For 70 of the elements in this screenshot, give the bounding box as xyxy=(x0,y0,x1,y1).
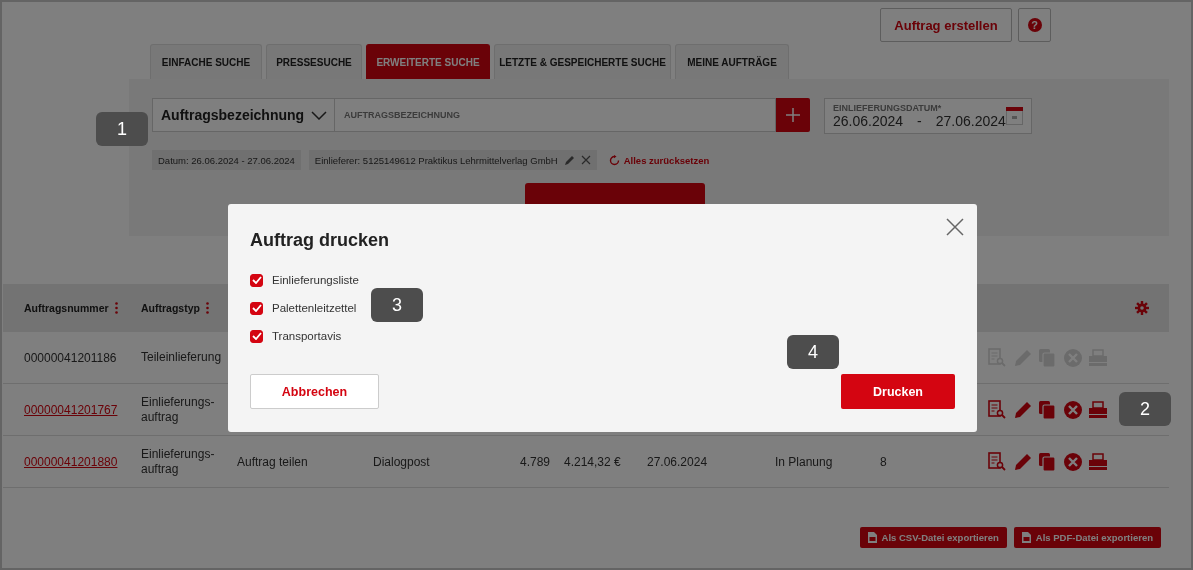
order-number-link[interactable]: 00000041201880 xyxy=(24,454,118,469)
plus-icon xyxy=(786,108,800,122)
calendar-icon[interactable] xyxy=(1006,107,1023,125)
table-cell-text: Einlieferungs-auftrag xyxy=(141,394,216,425)
table-cell: 00000041201186 xyxy=(24,350,117,365)
table-cell: 8 xyxy=(880,454,887,469)
search-tab[interactable]: MEINE AUFTRÄGE xyxy=(675,44,789,79)
pencil-icon[interactable] xyxy=(1013,399,1033,420)
order-number-link[interactable]: 00000041201767 xyxy=(24,402,118,417)
export-button[interactable]: Als PDF-Datei exportieren xyxy=(1013,527,1161,548)
chevron-down-icon xyxy=(311,110,327,120)
document-search-icon[interactable] xyxy=(988,451,1008,472)
table-cell-text: Teileinlieferung xyxy=(141,350,223,365)
column-header: Auftragstyp xyxy=(141,302,200,314)
refresh-icon xyxy=(608,154,620,166)
search-tab[interactable]: PRESSESUCHE xyxy=(266,44,362,79)
table-cell: 4.789 xyxy=(519,454,550,469)
reset-link[interactable]: Alles zurücksetzen xyxy=(608,154,710,166)
print-button[interactable]: Drucken xyxy=(841,374,955,409)
date-value: 27.06.2024 xyxy=(935,113,1006,129)
checkbox-label: Einlieferungsliste xyxy=(272,274,359,286)
document-search-icon[interactable] xyxy=(988,399,1008,420)
table-cell: 27.06.2024 xyxy=(647,454,708,469)
pencil-icon[interactable] xyxy=(563,154,575,166)
checkbox[interactable] xyxy=(250,273,263,287)
cancel-icon[interactable] xyxy=(1063,399,1083,420)
checkbox-label: Transportavis xyxy=(272,330,342,342)
callout-badge: 3 xyxy=(371,288,423,322)
pencil-icon[interactable] xyxy=(1013,451,1033,472)
kebab-menu-icon[interactable] xyxy=(205,302,209,314)
printer-icon[interactable] xyxy=(1088,451,1108,472)
field-select[interactable]: Auftragsbezeichnung xyxy=(152,98,334,132)
search-tab[interactable]: ERWEITERTE SUCHE xyxy=(366,44,490,79)
help-button[interactable]: ? xyxy=(1018,8,1051,42)
column-header: Auftragsnummer xyxy=(24,302,109,314)
search-field[interactable]: AUFTRAGSBEZEICHNUNG xyxy=(334,98,776,132)
export-button[interactable]: Als CSV-Datei exportieren xyxy=(859,527,1007,548)
cancel-icon[interactable] xyxy=(1063,451,1083,472)
checkbox[interactable] xyxy=(250,301,263,315)
table-cell-text: Einlieferungs-auftrag xyxy=(141,446,216,477)
kebab-menu-icon[interactable] xyxy=(114,302,118,314)
table-cell: In Planung xyxy=(775,454,833,469)
add-button[interactable] xyxy=(776,98,810,132)
callout-badge: 4 xyxy=(787,335,839,369)
callout-badge: 2 xyxy=(1119,392,1171,426)
settings-icon[interactable] xyxy=(1135,301,1149,315)
search-tab[interactable]: EINFACHE SUCHE xyxy=(150,44,262,79)
create-order-button[interactable]: Auftrag erstellen xyxy=(880,8,1012,42)
copy-icon[interactable] xyxy=(1038,451,1058,472)
search-tab[interactable]: LETZTE & GESPEICHERTE SUCHE xyxy=(494,44,671,79)
filter-text: Einlieferer: 5125149612 Praktikus Lehrmittelverlag GmbH xyxy=(314,154,558,166)
dialog-title: Auftrag drucken xyxy=(250,230,391,251)
date-value: 26.06.2024 xyxy=(833,113,904,129)
table-cell: Dialogpost xyxy=(373,454,430,469)
checkbox[interactable] xyxy=(250,329,263,343)
table-cell: 4.214,32 € xyxy=(564,454,621,469)
file-icon xyxy=(1021,532,1031,543)
close-icon[interactable] xyxy=(946,218,964,236)
cancel-button[interactable]: Abbrechen xyxy=(250,374,379,409)
copy-icon[interactable] xyxy=(1038,399,1058,420)
callout-badge: 1 xyxy=(96,112,148,146)
date-separator: - xyxy=(916,113,923,129)
table-cell: Auftrag teilen xyxy=(237,454,308,469)
close-icon[interactable] xyxy=(580,155,591,165)
file-icon xyxy=(867,532,877,543)
date-range-field[interactable]: EINLIEFERUNGSDATUM* 26.06.2024 - 27.06.2024 xyxy=(824,98,1032,134)
filter-text: Datum: 26.06.2024 - 27.06.2024 xyxy=(158,154,295,166)
checkbox-label: Palettenleitzettel xyxy=(272,302,357,314)
date-label: EINLIEFERUNGSDATUM* xyxy=(833,103,943,113)
printer-icon[interactable] xyxy=(1088,399,1108,420)
